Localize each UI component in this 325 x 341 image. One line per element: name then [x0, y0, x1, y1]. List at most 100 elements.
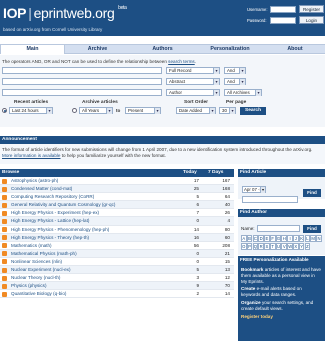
author-letter-link[interactable]: W — [287, 242, 293, 250]
author-letter-link[interactable]: L — [304, 235, 311, 242]
rss-icon[interactable] — [2, 275, 7, 281]
archive-link[interactable]: General Relativity and Quantum Cosmology… — [11, 201, 115, 209]
author-name-input[interactable] — [257, 225, 300, 232]
archive-link[interactable]: High Energy Physics - Theory (hep-th) — [11, 234, 89, 242]
author-letter-link[interactable]: Y — [298, 242, 305, 250]
password-input[interactable] — [270, 17, 296, 24]
tab-about[interactable]: About — [265, 45, 325, 54]
personalization-panel: Bookmark articles of interest and have t… — [238, 264, 325, 341]
week-count: 21 — [224, 250, 230, 256]
author-letter-link[interactable]: U — [275, 242, 282, 250]
archive-link[interactable]: Computing Research Repository (CoRR) — [11, 193, 94, 201]
search-input-2[interactable] — [2, 78, 162, 85]
tab-personalization[interactable]: Personalization — [195, 45, 265, 54]
find-author-button[interactable]: Find — [303, 225, 321, 233]
author-letter-link[interactable]: G — [275, 235, 282, 242]
rss-icon[interactable] — [2, 194, 7, 200]
author-letter-link[interactable]: D — [258, 235, 264, 242]
author-letter-link[interactable]: M — [310, 235, 316, 242]
find-article-input[interactable] — [242, 196, 298, 203]
username-input[interactable] — [270, 6, 296, 13]
search-input-3[interactable] — [2, 89, 162, 96]
archive-link[interactable]: Mathematics (math) — [11, 242, 52, 250]
author-letter-link[interactable]: E — [264, 235, 270, 242]
rss-icon[interactable] — [2, 235, 7, 241]
author-letter-link[interactable]: H — [281, 235, 288, 242]
field-select-3[interactable]: Author ▼ — [166, 89, 220, 96]
author-letter-link[interactable]: Z — [304, 242, 311, 250]
archive-link[interactable]: Quantitative Biology (q-bio) — [11, 290, 66, 298]
author-letter-link[interactable]: B — [246, 235, 253, 242]
archive-link[interactable]: High Energy Physics - Lattice (hep-lat) — [11, 217, 89, 225]
rss-icon[interactable] — [2, 251, 7, 257]
author-letter-link[interactable]: Q — [252, 242, 259, 250]
rss-icon[interactable] — [2, 243, 7, 249]
field-select-2[interactable]: Abstract ▼ — [166, 78, 220, 85]
recent-period-select[interactable]: Last 24 hours ▼ — [9, 107, 53, 114]
week-count: 60 — [224, 234, 230, 240]
rss-icon[interactable] — [2, 227, 7, 233]
author-letter-link[interactable]: K — [298, 235, 305, 242]
author-letter-link[interactable]: I — [287, 235, 293, 242]
author-letter-link[interactable]: V — [281, 242, 288, 250]
rss-icon[interactable] — [2, 259, 7, 265]
table-row: Quantitative Biology (q-bio) 2 14 — [0, 290, 234, 299]
week-count: 70 — [224, 283, 230, 289]
archive-to-select[interactable]: Present ▼ — [125, 107, 161, 114]
operator-select-2[interactable]: And ▼ — [224, 78, 246, 85]
field-select-1[interactable]: Full Record ▼ — [166, 67, 220, 74]
author-letter-link[interactable]: N — [316, 235, 322, 242]
archive-radio[interactable] — [72, 108, 77, 113]
author-letter-link[interactable]: R — [258, 242, 264, 250]
author-letter-link[interactable]: S — [264, 242, 270, 250]
rss-icon[interactable] — [2, 210, 7, 216]
today-count: 0 — [196, 250, 199, 256]
rss-icon[interactable] — [2, 283, 7, 289]
per-page-select[interactable]: 30 ▼ — [219, 107, 236, 114]
rss-icon[interactable] — [2, 178, 7, 184]
find-article-select[interactable]: Apr 07 -> ▼ — [242, 186, 266, 193]
archive-link[interactable]: Nuclear Theory (nucl-th) — [11, 274, 60, 282]
col-today: Today — [183, 170, 197, 175]
archive-link[interactable]: High Energy Physics - Phenomenology (hep… — [11, 226, 109, 234]
sort-order-select[interactable]: Date Added ▼ — [176, 107, 216, 114]
archive-link[interactable]: Condensed Matter (cond-mat) — [11, 185, 72, 193]
more-information-link[interactable]: More information is available — [2, 153, 60, 158]
author-letter-link[interactable]: X — [293, 242, 299, 250]
archive-link[interactable]: Nonlinear Sciences (nlin) — [11, 258, 62, 266]
table-row: High Energy Physics - Experiment (hep-ex… — [0, 209, 234, 218]
author-letter-link[interactable]: T — [269, 242, 276, 250]
author-letter-link[interactable]: O — [241, 242, 247, 250]
archive-link[interactable]: Nuclear Experiment (nucl-ex) — [11, 266, 70, 274]
archive-scope-select[interactable]: All Archives ▼ — [224, 89, 262, 96]
search-button[interactable]: Search — [240, 107, 266, 115]
rss-icon[interactable] — [2, 291, 7, 297]
archive-link[interactable]: High Energy Physics - Experiment (hep-ex… — [11, 209, 99, 217]
login-button[interactable]: Login — [299, 16, 324, 24]
archive-link[interactable]: Astrophysics (astro-ph) — [11, 177, 58, 185]
register-button[interactable]: Register — [299, 5, 324, 13]
author-letter-link[interactable]: J — [293, 235, 299, 242]
author-letter-link[interactable]: P — [246, 242, 253, 250]
rss-icon[interactable] — [2, 186, 7, 192]
tab-main[interactable]: Main — [0, 45, 65, 54]
search-terms-link[interactable]: search terms — [168, 59, 195, 64]
author-letter-link[interactable]: A — [241, 235, 247, 242]
archive-link[interactable]: Mathematical Physics (math-ph) — [11, 250, 77, 258]
operator-select-1[interactable]: And ▼ — [224, 67, 246, 74]
search-input-1[interactable] — [2, 67, 162, 74]
recent-radio[interactable] — [2, 108, 7, 113]
tab-authors[interactable]: Authors — [130, 45, 195, 54]
tab-archive[interactable]: Archive — [65, 45, 130, 54]
find-article-button[interactable]: Find — [303, 189, 321, 197]
archive-from-select[interactable]: All Years ▼ — [79, 107, 113, 114]
rss-icon[interactable] — [2, 202, 7, 208]
author-letter-link[interactable]: F — [269, 235, 276, 242]
register-today-link[interactable]: Register today — [241, 314, 273, 319]
author-letter-link[interactable]: C — [252, 235, 259, 242]
rss-icon[interactable] — [2, 218, 7, 224]
rss-icon[interactable] — [2, 267, 7, 273]
site-logo[interactable]: IOP | eprintweb.org beta — [3, 5, 127, 21]
col-browse: Browse — [2, 170, 20, 175]
archive-link[interactable]: Physics (physics) — [11, 282, 46, 290]
